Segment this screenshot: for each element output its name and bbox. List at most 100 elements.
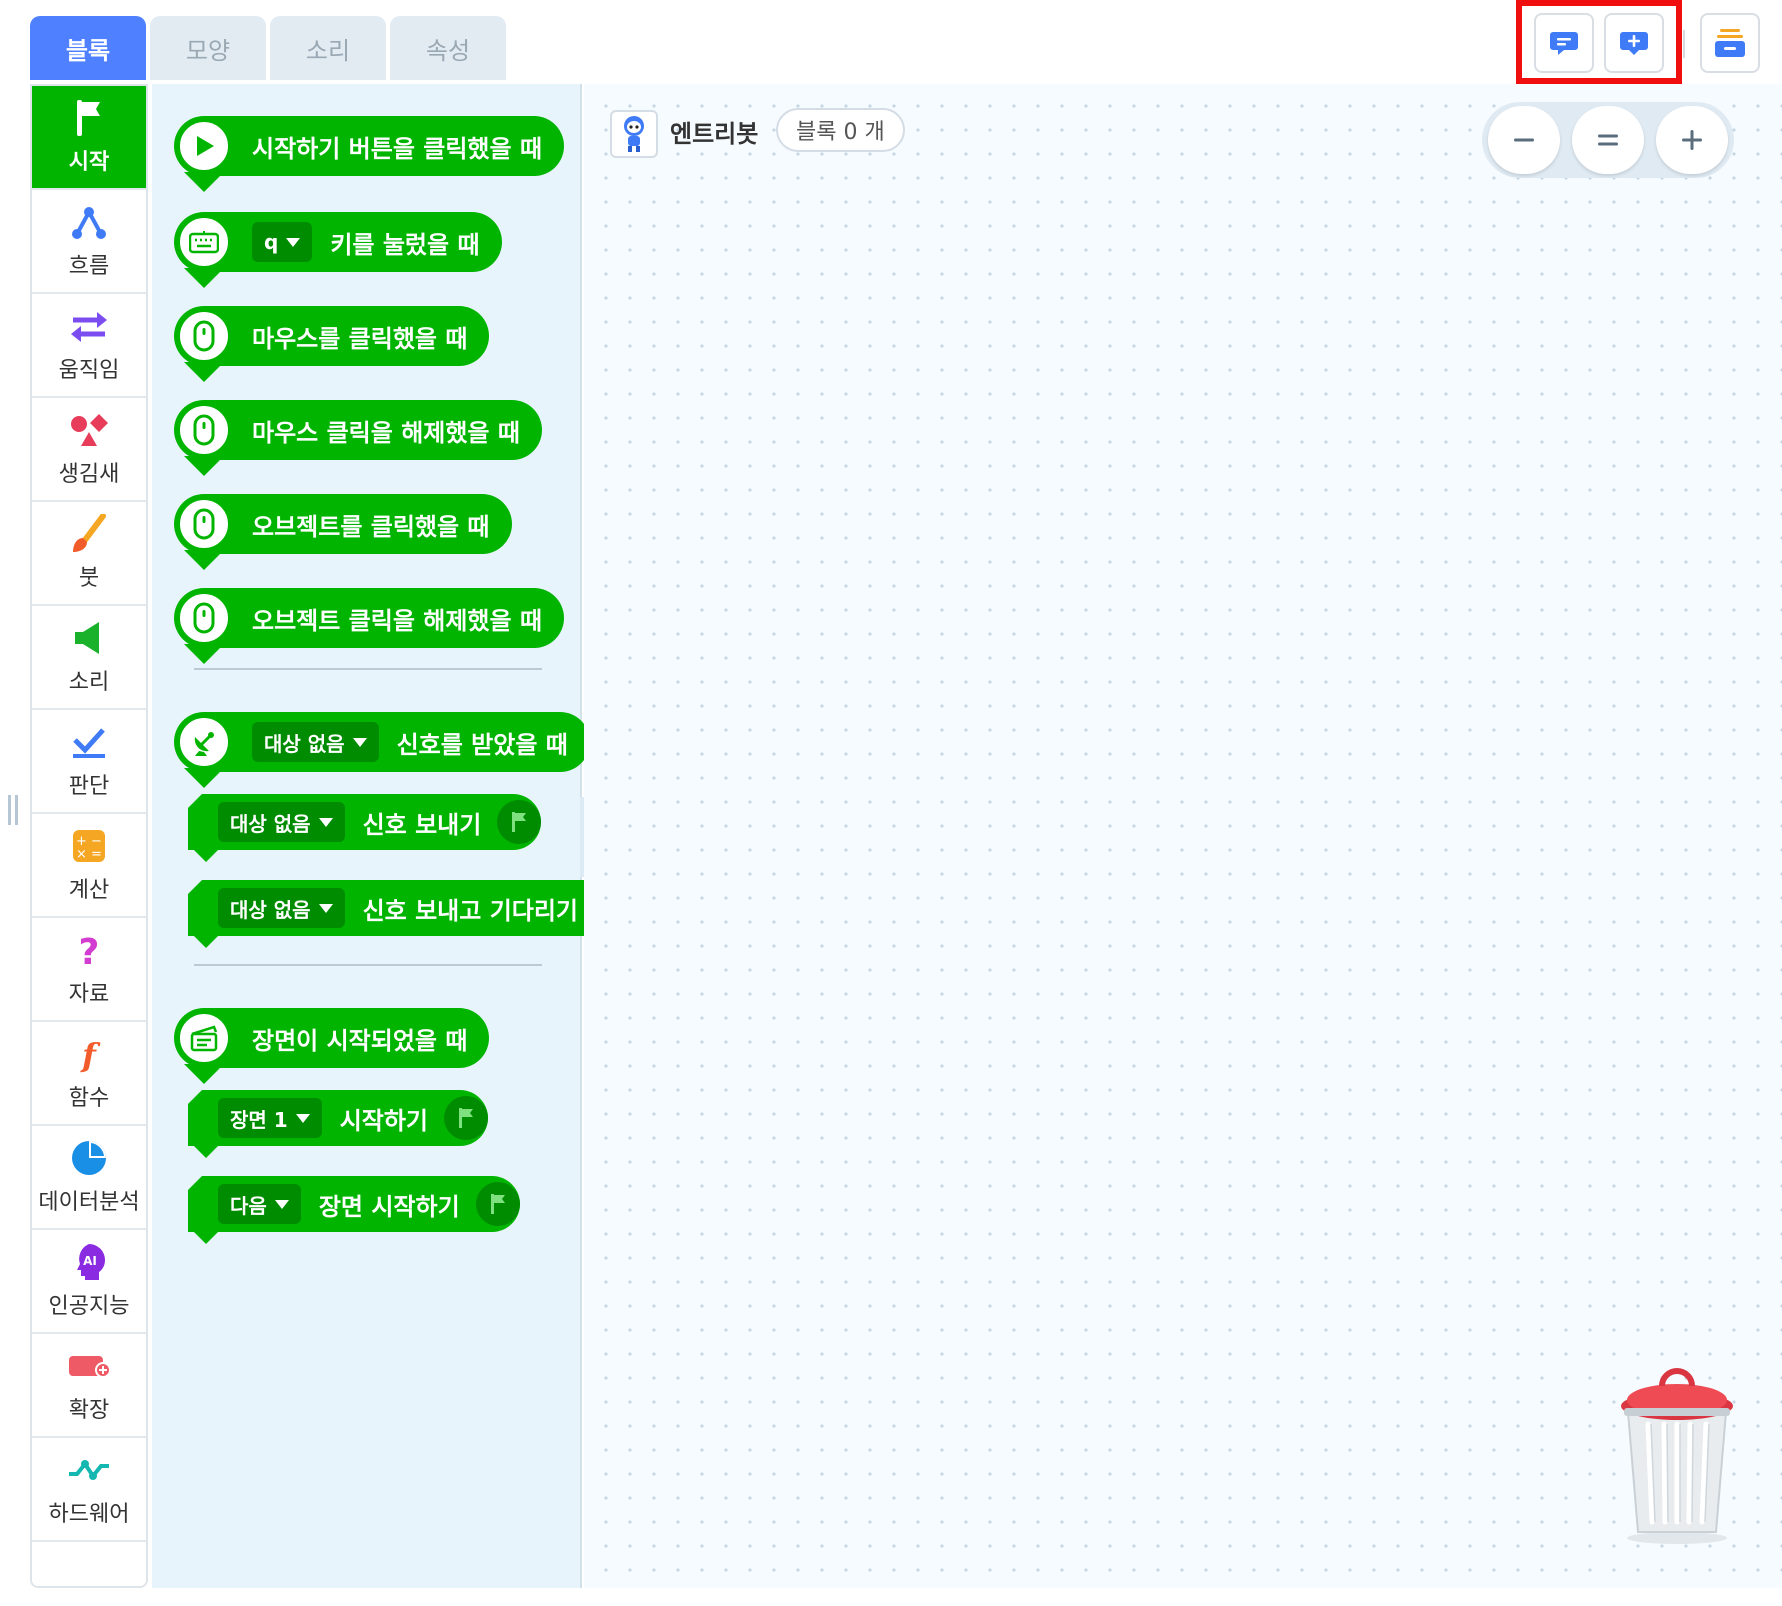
speaker-icon xyxy=(75,622,99,654)
flow-icon xyxy=(72,207,106,239)
category-sound[interactable]: 소리 xyxy=(32,606,146,710)
zoom-in-icon xyxy=(1682,130,1702,150)
svg-text:× =: × = xyxy=(76,847,102,862)
play-icon xyxy=(176,118,232,174)
brush-icon xyxy=(73,514,106,552)
category-function[interactable]: f 함수 xyxy=(32,1022,146,1126)
block-start-button-clicked[interactable]: 시작하기 버튼을 클릭했을 때 xyxy=(174,116,565,192)
flag-icon xyxy=(475,1182,520,1226)
category-extension[interactable]: 확장 xyxy=(32,1334,146,1438)
zoom-in-button[interactable] xyxy=(1656,106,1728,174)
category-label: 함수 xyxy=(68,1086,110,1111)
looks-icon xyxy=(71,414,108,446)
highlight-box xyxy=(1516,0,1682,84)
category-judgement[interactable]: 판단 xyxy=(32,710,146,814)
mouse-icon xyxy=(176,590,232,646)
tab-shapes[interactable]: 모양 xyxy=(150,16,266,80)
block-key-pressed[interactable]: q 키를 눌렀을 때 xyxy=(174,212,502,288)
category-brush[interactable]: 붓 xyxy=(32,502,146,606)
category-label: 인공지능 xyxy=(48,1294,130,1319)
block-label: 오브젝트를 클릭했을 때 xyxy=(252,512,490,541)
block-label: 신호 보내기 xyxy=(362,810,482,839)
flag-icon xyxy=(77,100,100,136)
scene-dropdown[interactable]: 장면 1 xyxy=(218,1098,322,1138)
block-object-released[interactable]: 오브젝트 클릭을 해제했을 때 xyxy=(174,588,565,664)
block-label: 신호를 받았을 때 xyxy=(396,730,568,759)
category-start[interactable]: 시작 xyxy=(32,86,146,190)
object-name: 엔트리봇 xyxy=(670,120,759,148)
block-list-button[interactable] xyxy=(1700,13,1760,73)
block-send-signal-wait[interactable]: 대상 없음 신호 보내고 기다리기 xyxy=(188,880,584,948)
tab-sounds[interactable]: 소리 xyxy=(270,16,386,80)
category-label: 생김새 xyxy=(58,462,120,487)
tab-properties[interactable]: 속성 xyxy=(390,16,506,80)
trash-icon xyxy=(1621,1368,1733,1544)
motion-icon xyxy=(71,312,107,342)
block-start-next-scene[interactable]: 다음 장면 시작하기 xyxy=(188,1176,520,1244)
block-scene-started[interactable]: 장면이 시작되었을 때 xyxy=(174,1008,490,1084)
signal-dropdown[interactable]: 대상 없음 xyxy=(252,722,379,762)
block-send-signal[interactable]: 대상 없음 신호 보내기 xyxy=(188,794,542,862)
signal-dropdown[interactable]: 대상 없음 xyxy=(218,802,345,842)
category-calc[interactable]: + − × = 계산 xyxy=(32,814,146,918)
svg-text:AI: AI xyxy=(83,1254,97,1268)
extension-icon xyxy=(69,1356,111,1378)
hardware-icon xyxy=(69,1460,109,1480)
block-label: 마우스를 클릭했을 때 xyxy=(252,324,468,353)
sidebar-resize-handle[interactable] xyxy=(8,795,20,825)
next-scene-dropdown[interactable]: 다음 xyxy=(218,1184,301,1224)
svg-text:?: ? xyxy=(79,932,100,970)
key-dropdown[interactable]: q xyxy=(252,222,313,262)
block-start-scene[interactable]: 장면 1 시작하기 xyxy=(188,1090,489,1158)
calculator-icon: + −× = xyxy=(73,830,105,862)
block-label: 오브젝트 클릭을 해제했을 때 xyxy=(252,606,543,635)
pie-chart-icon xyxy=(72,1141,106,1175)
category-ai[interactable]: AI 인공지능 xyxy=(32,1230,146,1334)
toolbar-divider xyxy=(1683,30,1685,58)
zoom-out-button[interactable] xyxy=(1488,106,1560,174)
category-motion[interactable]: 움직임 xyxy=(32,294,146,398)
svg-text:f: f xyxy=(80,1036,101,1074)
palette-divider xyxy=(194,964,542,966)
zoom-reset-icon xyxy=(1598,134,1618,146)
category-flow[interactable]: 흐름 xyxy=(32,190,146,294)
category-looks[interactable]: 생김새 xyxy=(32,398,146,502)
category-label: 움직임 xyxy=(58,358,120,383)
block-signal-received[interactable]: 대상 없음 신호를 받았을 때 xyxy=(174,712,590,788)
block-label: 장면이 시작되었을 때 xyxy=(252,1026,468,1055)
category-data-analysis[interactable]: 데이터분석 xyxy=(32,1126,146,1230)
zoom-controls xyxy=(1482,102,1734,178)
block-label: 신호 보내고 기다리기 xyxy=(362,896,579,925)
signal-dropdown[interactable]: 대상 없음 xyxy=(218,888,345,928)
mouse-icon xyxy=(176,308,232,364)
keyboard-icon xyxy=(176,214,232,270)
mouse-icon xyxy=(176,496,232,552)
palette-divider xyxy=(194,668,542,670)
block-list-icon xyxy=(1715,29,1745,57)
tab-bar: 블록 모양 소리 속성 xyxy=(30,16,506,80)
category-sidebar: 시작 흐름 움직임 생김새 붓 소리 판단 + − × = 계산 ? 자료 f 함… xyxy=(30,84,148,1588)
category-label: 계산 xyxy=(68,878,110,903)
category-label: 소리 xyxy=(68,670,110,695)
tab-blocks[interactable]: 블록 xyxy=(30,16,146,80)
category-hardware[interactable]: 하드웨어 xyxy=(32,1438,146,1542)
trash-can[interactable] xyxy=(1612,1366,1742,1550)
block-mouse-clicked[interactable]: 마우스를 클릭했을 때 xyxy=(174,306,490,382)
block-mouse-released[interactable]: 마우스 클릭을 해제했을 때 xyxy=(174,400,542,476)
block-label: 시작하기 xyxy=(339,1106,429,1135)
category-label: 붓 xyxy=(78,566,100,591)
zoom-reset-button[interactable] xyxy=(1572,106,1644,174)
category-label: 확장 xyxy=(68,1398,110,1423)
check-icon xyxy=(73,728,105,758)
category-label: 판단 xyxy=(68,774,110,799)
category-label: 시작 xyxy=(68,150,110,175)
question-icon: ? xyxy=(79,932,100,970)
category-data[interactable]: ? 자료 xyxy=(32,918,146,1022)
category-label: 흐름 xyxy=(68,254,110,279)
block-label: 시작하기 버튼을 클릭했을 때 xyxy=(252,134,543,163)
block-object-clicked[interactable]: 오브젝트를 클릭했을 때 xyxy=(174,494,512,570)
block-label: 마우스 클릭을 해제했을 때 xyxy=(252,418,520,447)
mouse-icon xyxy=(176,402,232,458)
script-workspace[interactable] xyxy=(584,84,1782,1588)
block-label: 장면 시작하기 xyxy=(318,1192,460,1221)
